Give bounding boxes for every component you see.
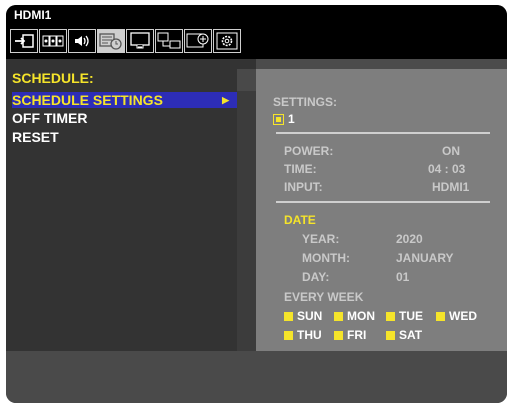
checkbox-icon bbox=[334, 312, 343, 322]
display-icon[interactable] bbox=[126, 29, 154, 53]
menu-item-label: OFF TIMER bbox=[12, 110, 88, 126]
date-heading: DATE bbox=[284, 213, 316, 227]
time-value[interactable]: 04 : 03 bbox=[428, 162, 465, 176]
day-toggle-sat[interactable]: SAT bbox=[386, 328, 422, 342]
checkbox-icon bbox=[284, 312, 293, 322]
bottom-info-area bbox=[6, 351, 507, 403]
day-toggle-fri[interactable]: FRI bbox=[334, 328, 366, 342]
chevron-right-icon: ▶ bbox=[222, 95, 229, 105]
schedule-icon[interactable] bbox=[97, 29, 125, 53]
category-icon-bar bbox=[10, 28, 241, 54]
checkbox-icon bbox=[436, 312, 445, 322]
power-value[interactable]: ON bbox=[442, 144, 460, 158]
day-toggle-thu[interactable]: THU bbox=[284, 328, 322, 342]
day-toggle-mon[interactable]: MON bbox=[334, 309, 375, 323]
time-label: TIME: bbox=[284, 162, 317, 176]
checkbox-icon[interactable] bbox=[273, 114, 284, 126]
menu-item-schedule-settings[interactable]: SCHEDULE SETTINGS ▶ bbox=[12, 92, 237, 108]
day-value[interactable]: 01 bbox=[396, 270, 409, 284]
checkbox-icon bbox=[386, 312, 395, 322]
day-toggle-tue[interactable]: TUE bbox=[386, 309, 423, 323]
network-icon[interactable] bbox=[155, 29, 183, 53]
day-toggle-sun[interactable]: SUN bbox=[284, 309, 322, 323]
checkbox-icon bbox=[334, 331, 343, 341]
schedule-slot-selector[interactable]: 1 bbox=[273, 112, 295, 126]
menu-item-off-timer[interactable]: OFF TIMER bbox=[12, 110, 237, 126]
protect-icon[interactable] bbox=[184, 29, 212, 53]
schedule-slot-number: 1 bbox=[288, 112, 295, 126]
divider bbox=[276, 201, 490, 203]
month-value[interactable]: JANUARY bbox=[396, 251, 454, 265]
menu-item-label: RESET bbox=[12, 129, 59, 145]
divider bbox=[276, 132, 490, 134]
input-value[interactable]: HDMI1 bbox=[432, 180, 469, 194]
menu-item-reset[interactable]: RESET bbox=[12, 129, 237, 145]
osd-window: HDMI1 bbox=[6, 5, 507, 403]
input-title: HDMI1 bbox=[14, 8, 52, 22]
picture-icon[interactable] bbox=[39, 29, 67, 53]
settings-label: SETTINGS: bbox=[273, 95, 338, 109]
checkbox-icon bbox=[284, 331, 293, 341]
day-label: DAY: bbox=[302, 270, 330, 284]
checkbox-icon bbox=[386, 331, 395, 341]
top-bar: HDMI1 bbox=[6, 5, 507, 59]
menu-heading: SCHEDULE: bbox=[12, 70, 94, 86]
every-week-label: EVERY WEEK bbox=[284, 290, 364, 304]
audio-icon[interactable] bbox=[68, 29, 96, 53]
input-icon[interactable] bbox=[10, 29, 38, 53]
month-label: MONTH: bbox=[302, 251, 350, 265]
year-label: YEAR: bbox=[302, 232, 340, 246]
year-value[interactable]: 2020 bbox=[396, 232, 423, 246]
scrollbar[interactable] bbox=[237, 69, 256, 351]
system-icon[interactable] bbox=[213, 29, 241, 53]
input-label: INPUT: bbox=[284, 180, 323, 194]
scrollbar-thumb[interactable] bbox=[237, 69, 256, 91]
day-toggle-wed[interactable]: WED bbox=[436, 309, 477, 323]
power-label: POWER: bbox=[284, 144, 334, 158]
menu-item-label: SCHEDULE SETTINGS bbox=[12, 92, 163, 108]
